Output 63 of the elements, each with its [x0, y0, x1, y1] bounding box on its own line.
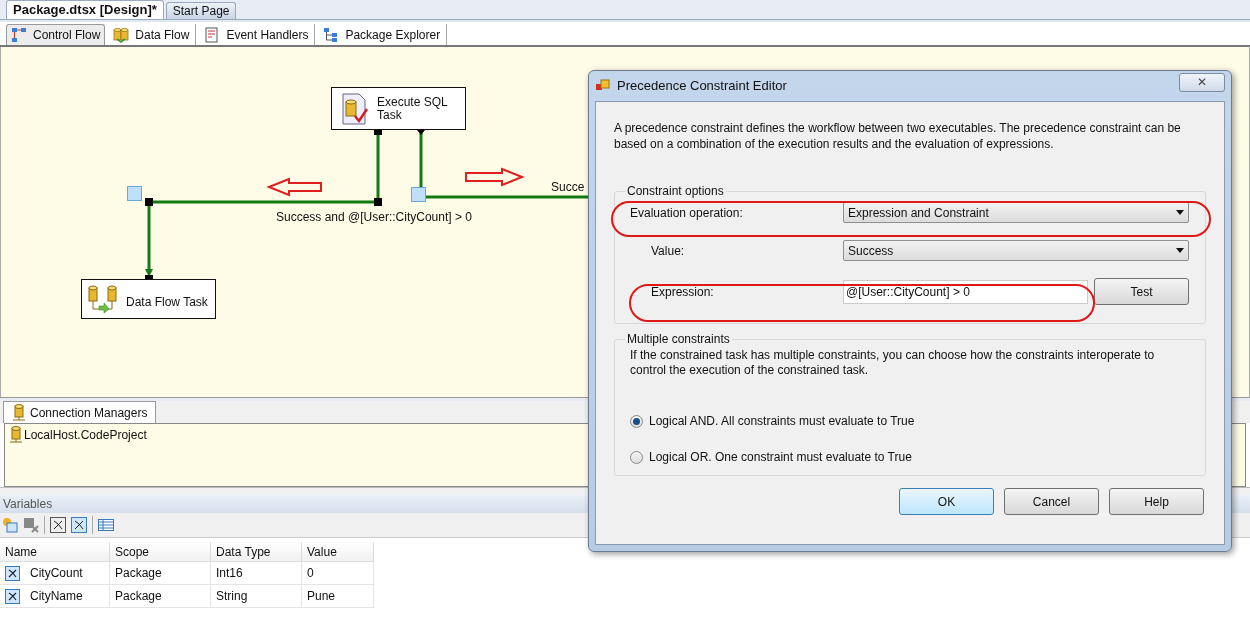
group-legend: Multiple constraints — [625, 330, 732, 348]
dropdown-value: Expression and Constraint — [848, 204, 989, 222]
table-cell: Package — [110, 585, 211, 608]
document-tab[interactable]: Start Page — [165, 2, 237, 19]
column-header[interactable]: Value — [302, 542, 374, 562]
connection-managers-tab[interactable]: Connection Managers — [3, 401, 157, 423]
radio-label: Logical AND. All constraints must evaluate to True — [649, 413, 915, 430]
test-button[interactable]: Test — [1094, 278, 1189, 305]
column-header[interactable]: Data Type — [211, 542, 302, 562]
designer-tab[interactable]: Data Flow — [107, 24, 197, 45]
table-cell: Pune — [302, 585, 374, 608]
data-flow-icon — [86, 284, 120, 314]
dropdown-value: Success — [848, 242, 894, 260]
flowchart-icon — [11, 27, 27, 43]
task-node[interactable]: Data Flow Task — [81, 279, 216, 319]
variable-icon — [5, 565, 20, 581]
dialog-button[interactable]: OK — [899, 488, 994, 515]
notepad-icon — [204, 26, 221, 43]
table-cell: 0 — [302, 562, 374, 585]
dialog-title: Precedence Constraint Editor — [617, 77, 787, 96]
designer-tab[interactable]: Control Flow — [6, 24, 106, 45]
constraint-label: Succe — [551, 179, 585, 196]
group-description: If the constrained task has multiple constraints, you can choose how the constraints interoperate to control the execution of the constrained task. — [630, 348, 1156, 378]
add-variable-icon[interactable] — [2, 517, 18, 533]
dialog-button[interactable]: Cancel — [1004, 488, 1099, 515]
tree-icon — [323, 26, 340, 43]
radio-label: Logical OR. One constraint must evaluate to True — [649, 449, 912, 466]
column-header[interactable]: Name — [0, 542, 110, 562]
close-button[interactable]: ✕ — [1179, 72, 1225, 92]
variable-icon[interactable] — [50, 517, 66, 533]
column-header[interactable]: Scope — [110, 542, 211, 562]
annotation-arrow — [266, 177, 322, 197]
table-cell: CityCount — [0, 562, 110, 585]
field-label: Value: — [650, 242, 686, 260]
radio-button[interactable] — [630, 414, 643, 428]
database-icon — [113, 26, 130, 43]
constraint-label: Success and @[User::CityCount] > 0 — [276, 209, 472, 226]
task-node[interactable]: Execute SQL Task — [331, 87, 466, 130]
variable-icon — [5, 588, 20, 604]
dialog-button[interactable]: Help — [1109, 488, 1204, 515]
radio-button[interactable] — [630, 450, 643, 464]
table-cell: Int16 — [211, 562, 302, 585]
table-cell: String — [211, 585, 302, 608]
expression-field[interactable]: @[User::CityCount] > 0 — [843, 279, 1088, 304]
delete-variable-icon[interactable] — [23, 517, 39, 533]
database-icon — [12, 403, 26, 422]
database-icon — [9, 426, 23, 444]
dropdown[interactable]: Success — [843, 240, 1189, 261]
dropdown[interactable]: Expression and Constraint — [843, 202, 1189, 223]
annotation-arrow — [465, 167, 525, 187]
caret-icon — [1176, 210, 1184, 215]
grid-icon[interactable] — [98, 517, 114, 533]
document-tab[interactable]: Package.dtsx [Design]* — [6, 0, 164, 19]
designer-tab[interactable]: Event Handlers — [198, 24, 316, 45]
field-label: Evaluation operation: — [629, 204, 744, 222]
designer-tab[interactable]: Package Explorer — [317, 24, 448, 45]
field-label: Expression: — [650, 283, 715, 301]
variable-icon[interactable] — [71, 517, 87, 533]
caret-icon — [1176, 248, 1184, 253]
table-cell: CityName — [0, 585, 110, 608]
group-legend: Constraint options — [625, 182, 726, 200]
dialog-description: A precedence constraint defines the workflow between two executables. The precedence constraint can be based on a combination of the execution results and the evaluation of expressions. — [614, 120, 1182, 152]
table-cell: Package — [110, 562, 211, 585]
